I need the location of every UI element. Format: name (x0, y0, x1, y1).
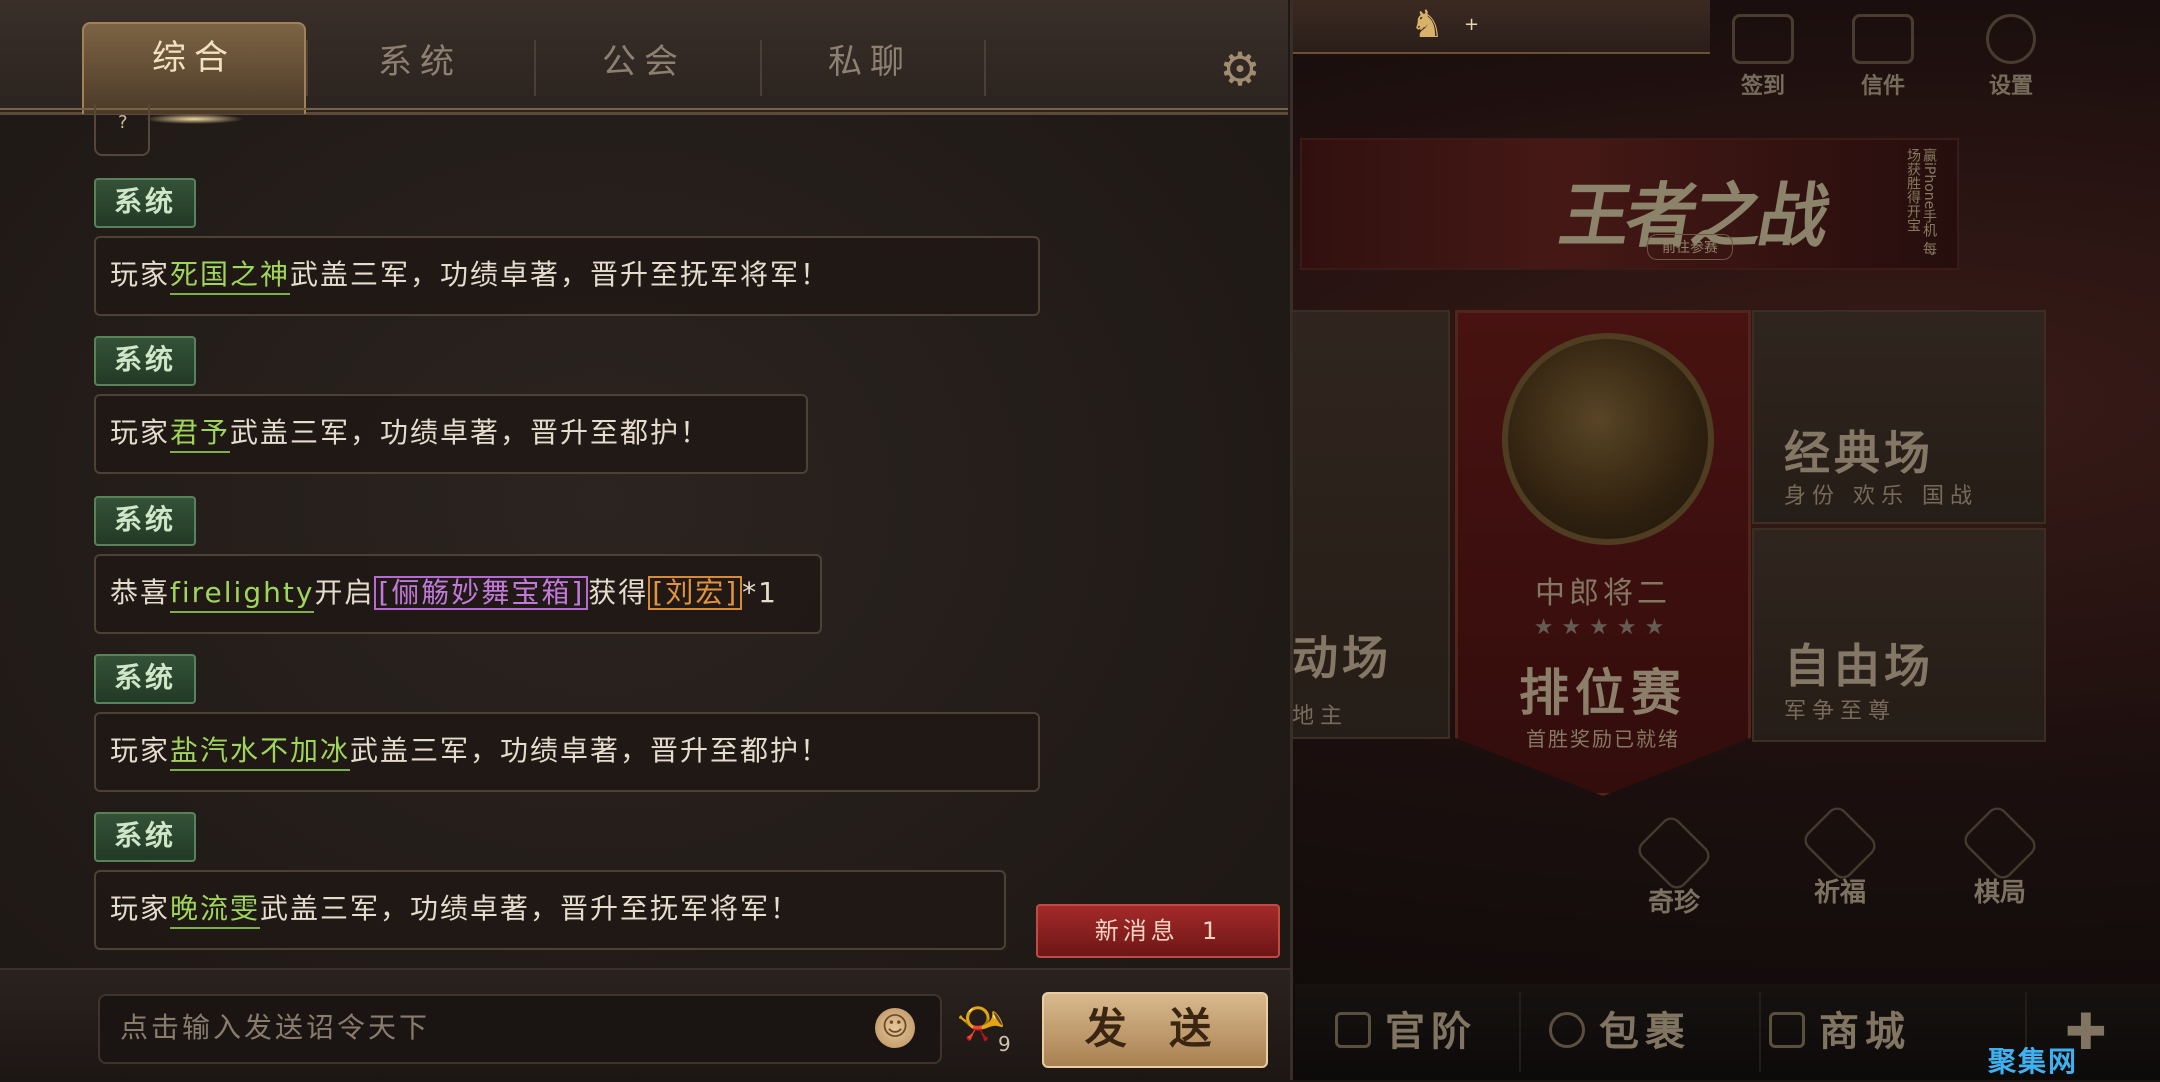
chat-message: 玩家晚流雯武盖三军，功绩卓著，晋升至抚军将军！ (94, 870, 1006, 950)
player-name-link[interactable]: 君予 (170, 416, 231, 453)
message-text: 获得 (588, 576, 649, 609)
watermark: 聚集网 (1988, 1045, 2079, 1078)
new-message-count: 1 (1201, 917, 1222, 945)
chat-input[interactable]: 点击输入发送诏令天下 (98, 994, 942, 1064)
previous-message-text: ? (118, 112, 128, 133)
horse-value: + (1464, 14, 1480, 35)
message-text: 武盖三军，功绩卓著，晋升至抚军将军！ (290, 258, 831, 291)
tab-general[interactable]: 综合 (82, 22, 306, 124)
player-name-link[interactable]: 晚流雯 (170, 892, 261, 929)
player-name-link[interactable]: 死国之神 (170, 258, 291, 295)
item-count: *1 (742, 576, 778, 609)
message-text: 武盖三军，功绩卓著，晋升至都护！ (350, 734, 831, 767)
chat-panel: 综合 系统 公会 私聊 ⚙ ? 系统 玩家死国之神武盖三军，功绩卓著，晋升至抚军… (0, 0, 1292, 1082)
message-prefix: 玩家 (110, 416, 171, 449)
item-link-general[interactable]: [刘宏] (648, 576, 743, 610)
system-badge: 系统 (94, 178, 196, 228)
system-badge: 系统 (94, 654, 196, 704)
chat-settings-gear-icon[interactable]: ⚙ (1210, 40, 1270, 100)
horse-icon[interactable]: ♞ (1396, 0, 1458, 48)
message-prefix: 玩家 (110, 734, 171, 767)
new-message-label: 新消息 (1094, 917, 1179, 945)
tab-divider (306, 40, 308, 96)
message-prefix: 玩家 (110, 892, 171, 925)
item-link-chest[interactable]: [俪觞妙舞宝箱] (374, 576, 589, 610)
tab-private[interactable]: 私聊 (760, 28, 980, 108)
chat-tab-bar: 综合 系统 公会 私聊 ⚙ (0, 0, 1288, 124)
tab-system[interactable]: 系统 (310, 28, 530, 108)
tab-underline (0, 108, 1288, 110)
horn-count: 9 (998, 1032, 1011, 1056)
message-text: 开启 (314, 576, 375, 609)
chat-message: 玩家死国之神武盖三军，功绩卓著，晋升至抚军将军！ (94, 236, 1040, 316)
message-text: 武盖三军，功绩卓著，晋升至抚军将军！ (260, 892, 801, 925)
tab-divider (984, 40, 986, 96)
system-badge: 系统 (94, 812, 196, 862)
lobby-dim-overlay (1290, 0, 2160, 1080)
chat-message: 恭喜firelighty开启 [俪觞妙舞宝箱] 获得 [刘宏] *1 (94, 554, 822, 634)
panel-edge (1290, 0, 1293, 1080)
emoji-icon[interactable]: ☺ (875, 1008, 915, 1048)
chat-message: 玩家君予武盖三军，功绩卓著，晋升至都护！ (94, 394, 808, 474)
message-prefix: 恭喜 (110, 576, 171, 609)
player-name-link[interactable]: 盐汽水不加冰 (170, 734, 351, 771)
tab-guild[interactable]: 公会 (534, 28, 754, 108)
chat-input-placeholder: 点击输入发送诏令天下 (120, 1011, 431, 1044)
message-prefix: 玩家 (110, 258, 171, 291)
system-badge: 系统 (94, 336, 196, 386)
previous-message-fragment: ? (94, 104, 150, 156)
message-text: 武盖三军，功绩卓著，晋升至都护！ (230, 416, 711, 449)
send-button[interactable]: 发 送 (1042, 992, 1268, 1068)
system-badge: 系统 (94, 496, 196, 546)
player-name-link[interactable]: firelighty (170, 576, 315, 613)
chat-message: 玩家盐汽水不加冰武盖三军，功绩卓著，晋升至都护！ (94, 712, 1040, 792)
new-message-button[interactable]: 新消息 1 (1036, 904, 1280, 958)
